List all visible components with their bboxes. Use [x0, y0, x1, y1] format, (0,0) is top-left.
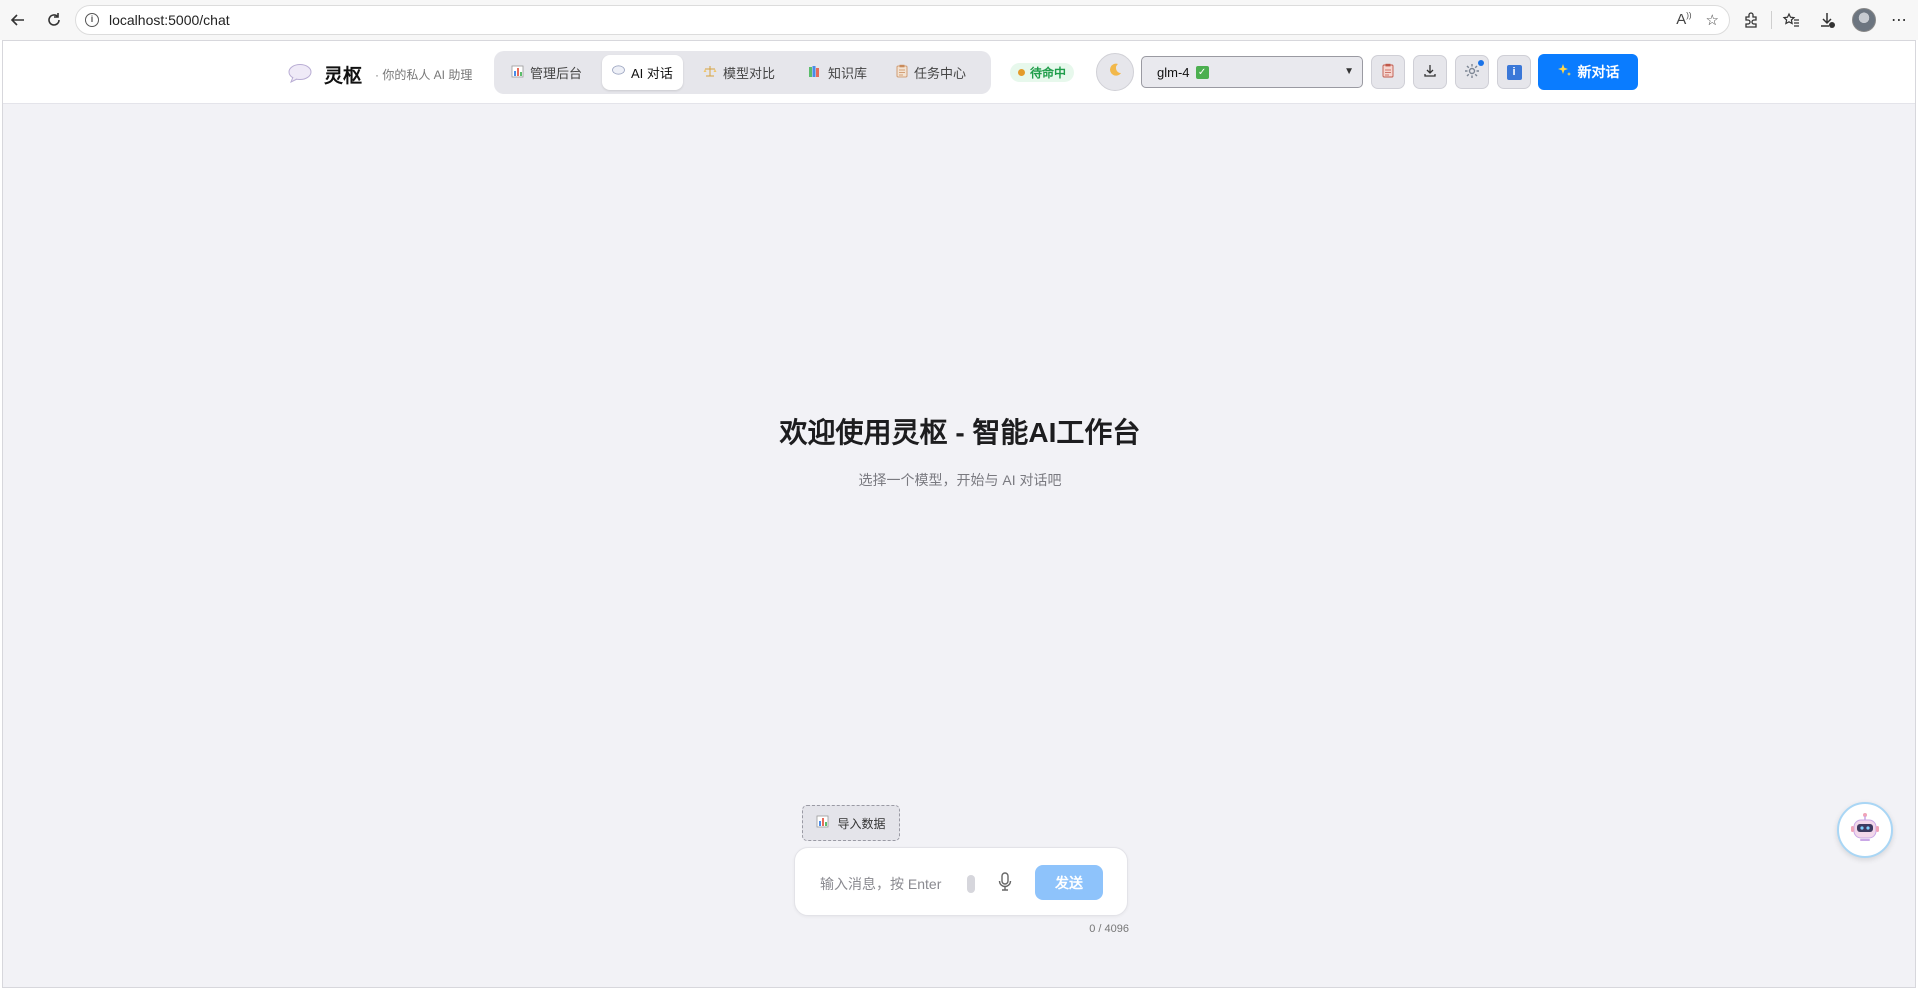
sparkles-icon	[1557, 63, 1572, 81]
books-icon	[808, 65, 822, 81]
tab-model-compare[interactable]: 模型对比	[693, 55, 785, 90]
tab-label: 模型对比	[723, 66, 776, 81]
message-input[interactable]: 输入消息，按 Enter	[820, 874, 950, 894]
url-text[interactable]: localhost:5000/chat	[109, 12, 230, 28]
assistant-robot-button[interactable]	[1837, 802, 1893, 858]
theme-toggle-button[interactable]	[1096, 53, 1134, 91]
app-header: 灵枢 · 你的私人 AI 助理 管理后台 AI 对话 模型对比 知识库 任务中心…	[3, 41, 1915, 104]
tab-label: 管理后台	[530, 66, 583, 81]
address-bar[interactable]: i localhost:5000/chat A)) ☆	[75, 5, 1730, 35]
new-chat-button[interactable]: 新对话	[1538, 54, 1638, 90]
gear-icon	[1464, 63, 1480, 82]
robot-icon	[1848, 811, 1882, 850]
check-mark-icon: ✓	[1195, 65, 1209, 79]
clipboard-button[interactable]	[1371, 55, 1405, 89]
import-data-button[interactable]: 导入数据	[802, 805, 900, 841]
speech-bubble-logo-icon	[288, 63, 312, 89]
tab-admin[interactable]: 管理后台	[501, 55, 592, 90]
send-button[interactable]: 发送	[1035, 865, 1103, 900]
info-icon: i	[1506, 64, 1522, 80]
welcome-title: 欢迎使用灵枢 - 智能AI工作台	[779, 417, 1141, 448]
character-counter: 0 / 4096	[1089, 923, 1129, 935]
downloads-icon[interactable]	[1816, 9, 1838, 31]
message-composer: 输入消息，按 Enter 发送	[794, 847, 1128, 916]
info-button[interactable]: i	[1497, 55, 1531, 89]
bar-chart-icon	[816, 815, 829, 831]
status-dot-icon	[1018, 69, 1025, 76]
clipboard-icon	[1382, 63, 1394, 81]
clipboard-icon	[896, 64, 908, 81]
read-aloud-icon[interactable]: A))	[1676, 11, 1691, 29]
export-button[interactable]	[1413, 55, 1447, 89]
microphone-icon[interactable]	[995, 870, 1015, 894]
tab-task-center[interactable]: 任务中心	[886, 55, 976, 90]
app-window: 灵枢 · 你的私人 AI 助理 管理后台 AI 对话 模型对比 知识库 任务中心…	[2, 40, 1916, 988]
tab-label: 任务中心	[914, 66, 967, 81]
scale-icon	[703, 65, 717, 81]
reload-icon[interactable]	[42, 8, 66, 32]
model-select[interactable]: glm-4 ✓ ▼	[1141, 56, 1363, 88]
status-badge: 待命中	[1010, 63, 1075, 82]
import-data-label: 导入数据	[837, 816, 886, 831]
tab-knowledge-base[interactable]: 知识库	[798, 55, 877, 90]
status-text: 待命中	[1030, 66, 1067, 80]
download-icon	[1423, 64, 1437, 81]
brand-title: 灵枢	[324, 66, 363, 87]
nav-tabs: 管理后台 AI 对话 模型对比 知识库 任务中心	[494, 51, 991, 94]
bar-chart-icon	[511, 65, 524, 81]
browser-toolbar: i localhost:5000/chat A)) ☆ ⋯	[0, 0, 1918, 40]
model-select-value: glm-4	[1157, 64, 1190, 80]
tab-ai-chat[interactable]: AI 对话	[602, 55, 683, 90]
settings-button[interactable]	[1455, 55, 1489, 89]
tab-label: AI 对话	[631, 66, 673, 81]
tab-label: 知识库	[828, 66, 868, 81]
back-icon[interactable]	[6, 8, 30, 32]
new-chat-label: 新对话	[1577, 64, 1620, 80]
input-scrollbar[interactable]	[967, 875, 975, 893]
chevron-down-icon: ▼	[1344, 66, 1354, 77]
favorites-icon[interactable]	[1780, 9, 1802, 31]
site-info-icon[interactable]: i	[85, 13, 99, 27]
more-menu-icon[interactable]: ⋯	[1888, 9, 1910, 31]
moon-icon	[1107, 62, 1123, 83]
favorite-star-icon[interactable]: ☆	[1706, 11, 1719, 29]
notification-dot	[1478, 60, 1484, 66]
welcome-subtitle: 选择一个模型，开始与 AI 对话吧	[858, 472, 1062, 488]
toolbar-divider	[1771, 11, 1772, 29]
profile-avatar[interactable]	[1852, 8, 1876, 32]
extensions-icon[interactable]	[1740, 9, 1762, 31]
brand-subtitle: · 你的私人 AI 助理	[375, 68, 473, 82]
chat-bubble-icon	[612, 65, 625, 80]
